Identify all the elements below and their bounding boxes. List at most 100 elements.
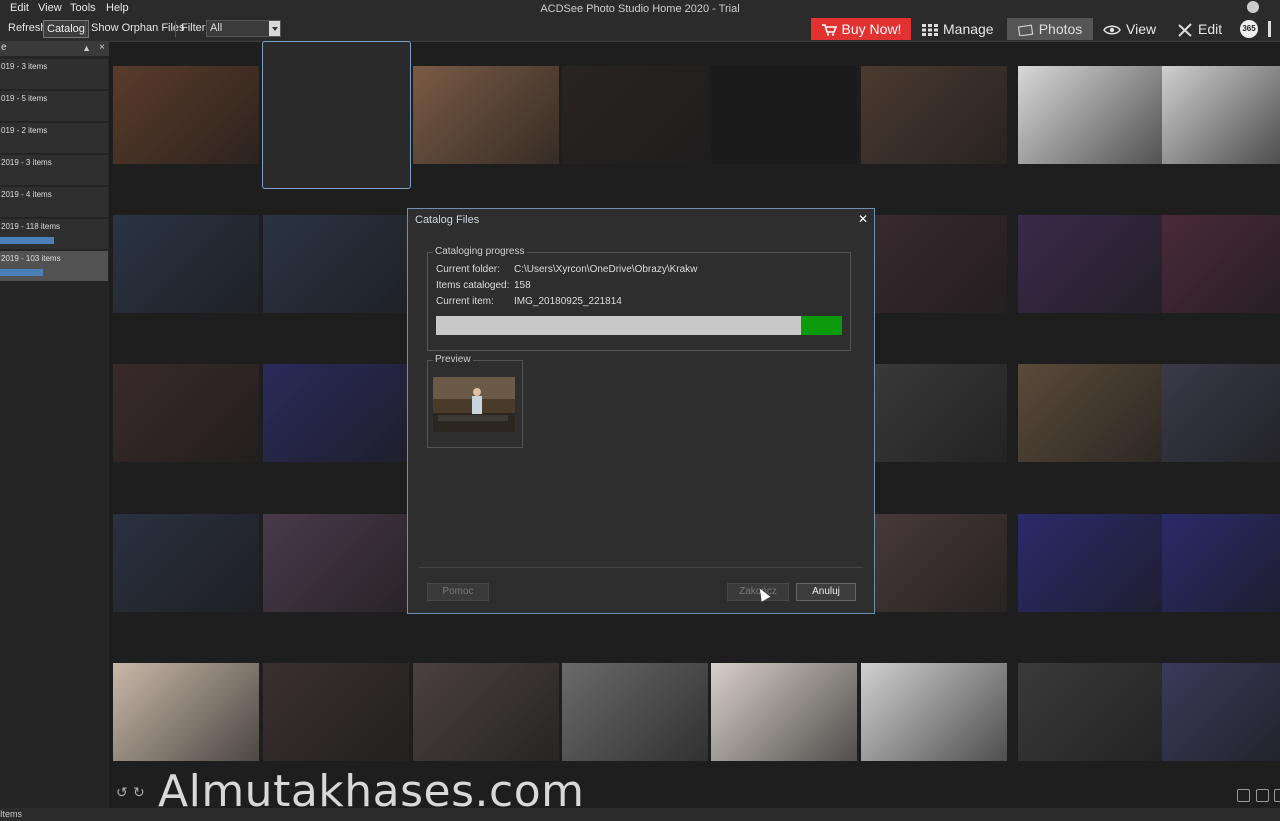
current-folder-label: Current folder: [436, 264, 500, 275]
menu-bar: Edit View Tools Help ACDSee Photo Studio… [0, 0, 1280, 17]
photo-thumbnail[interactable] [413, 663, 559, 761]
edit-label: Edit [1198, 21, 1223, 37]
current-item-label: Current item: [436, 296, 494, 307]
grid-icon [922, 24, 938, 37]
photo-thumbnail[interactable] [113, 66, 259, 164]
photo-thumbnail[interactable] [263, 514, 409, 612]
sidebar-header-label: e [1, 42, 7, 53]
photo-thumbnail[interactable] [861, 215, 1007, 313]
photos-label: Photos [1038, 21, 1083, 37]
calendar-icon[interactable] [1237, 789, 1250, 802]
items-cataloged-label: Items cataloged: [436, 280, 510, 291]
view-mode-button[interactable]: View [1103, 18, 1156, 40]
photo-thumbnail[interactable] [1018, 215, 1164, 313]
photo-thumbnail[interactable] [1018, 66, 1164, 164]
app-title: ACDSee Photo Studio Home 2020 - Trial [540, 3, 740, 15]
sidebar-item-label: 2019 - 118 items [1, 222, 60, 231]
filter-select[interactable]: All [206, 20, 281, 37]
menu-view[interactable]: View [38, 2, 62, 14]
photo-thumbnail[interactable] [1162, 66, 1280, 164]
catalog-button[interactable]: Catalog [43, 20, 89, 38]
sidebar-header: e ▲ × [0, 42, 109, 56]
sidebar-item[interactable]: 019 - 3 items [0, 59, 108, 90]
photo-thumbnail[interactable] [1162, 215, 1280, 313]
rotate-left-icon[interactable]: ↺ [116, 784, 128, 801]
photo-thumbnail[interactable] [711, 663, 857, 761]
catalog-files-dialog: Catalog Files ✕ Cataloging progress Curr… [407, 208, 875, 614]
photo-thumbnail[interactable] [113, 663, 259, 761]
toolbar-divider [175, 21, 176, 37]
close-icon[interactable]: × [99, 42, 105, 53]
photo-thumbnail[interactable] [1018, 364, 1164, 462]
status-bar: Items [0, 808, 1280, 821]
pin-icon[interactable]: ▲ [82, 43, 91, 53]
photo-thumbnail[interactable] [263, 215, 409, 313]
sidebar-item-label: 019 - 2 items [1, 126, 48, 135]
calendar-month-icon[interactable] [1256, 789, 1269, 802]
dialog-footer-divider [419, 567, 863, 568]
preview-title: Preview [433, 354, 473, 365]
sidebar-item-label: 019 - 5 items [1, 94, 48, 103]
sidebar-item[interactable]: 2019 - 118 items [0, 219, 108, 250]
sidebar-item[interactable]: 2019 - 4 items [0, 187, 108, 218]
buy-now-label: Buy Now! [841, 21, 902, 37]
photo-thumbnail[interactable] [1162, 663, 1280, 761]
photo-thumbnail[interactable] [562, 663, 708, 761]
status-text: Items [0, 809, 23, 819]
sidebar-item[interactable]: 2019 - 103 items [0, 251, 108, 282]
photo-thumbnail[interactable] [1018, 514, 1164, 612]
photo-thumbnail[interactable] [1162, 514, 1280, 612]
show-orphan-files-button[interactable]: Show Orphan Files [91, 22, 185, 34]
cart-icon [821, 24, 837, 36]
photo-thumbnail[interactable] [861, 514, 1007, 612]
buy-now-button[interactable]: Buy Now! [811, 18, 911, 40]
sidebar-item-label: 2019 - 4 items [1, 190, 52, 199]
help-button[interactable]: Pomoc [427, 583, 489, 601]
calendar-day-icon[interactable] [1274, 789, 1280, 802]
photos-icon [1017, 24, 1034, 37]
preview-image [433, 377, 515, 432]
sidebar-item[interactable]: 019 - 5 items [0, 91, 108, 122]
selected-thumbnail-frame[interactable] [262, 41, 411, 189]
filter-label: Filter [181, 22, 206, 34]
365-badge-icon[interactable]: 365 [1240, 20, 1258, 38]
edit-mode-button[interactable]: Edit [1177, 18, 1222, 40]
rotate-right-icon[interactable]: ↻ [133, 784, 145, 801]
photo-thumbnail[interactable] [113, 215, 259, 313]
sidebar-item-label: 2019 - 103 items [1, 254, 61, 263]
photo-thumbnail[interactable] [861, 663, 1007, 761]
photo-thumbnail[interactable] [1018, 663, 1164, 761]
sidebar-item-progress [0, 269, 43, 276]
photo-thumbnail[interactable] [113, 364, 259, 462]
refresh-button[interactable]: Refresh [8, 22, 47, 34]
sidebar-item[interactable]: 019 - 2 items [0, 123, 108, 154]
photo-thumbnail[interactable] [861, 364, 1007, 462]
menu-help[interactable]: Help [106, 2, 129, 14]
sidebar-item-progress [0, 237, 54, 244]
photo-thumbnail[interactable] [263, 663, 409, 761]
menu-edit[interactable]: Edit [10, 2, 29, 14]
sidebar: e ▲ × 019 - 3 items 019 - 5 items 019 - … [0, 42, 109, 808]
overflow-icon[interactable] [1268, 21, 1271, 37]
photo-thumbnail[interactable] [861, 66, 1007, 164]
manage-label: Manage [943, 21, 994, 37]
view-label: View [1126, 21, 1157, 37]
edit-tools-icon [1178, 23, 1192, 38]
manage-mode-button[interactable]: Manage [922, 18, 994, 40]
photo-thumbnail[interactable] [413, 66, 559, 164]
close-icon[interactable]: ✕ [858, 212, 868, 226]
filter-value: All [210, 22, 223, 34]
cancel-button[interactable]: Anuluj [796, 583, 856, 601]
menu-tools[interactable]: Tools [70, 2, 96, 14]
photos-mode-button[interactable]: Photos [1007, 18, 1093, 40]
chevron-down-icon[interactable] [269, 21, 280, 36]
profile-icon[interactable] [1247, 1, 1259, 13]
sidebar-item[interactable]: 2019 - 3 items [0, 155, 108, 186]
photo-thumbnail[interactable] [113, 514, 259, 612]
photo-thumbnail[interactable] [263, 364, 409, 462]
sidebar-item-label: 2019 - 3 items [1, 158, 52, 167]
photo-thumbnail[interactable] [711, 66, 857, 164]
photo-thumbnail[interactable] [562, 66, 708, 164]
photo-thumbnail[interactable] [1162, 364, 1280, 462]
current-item-value: IMG_20180925_221814 [514, 296, 622, 307]
